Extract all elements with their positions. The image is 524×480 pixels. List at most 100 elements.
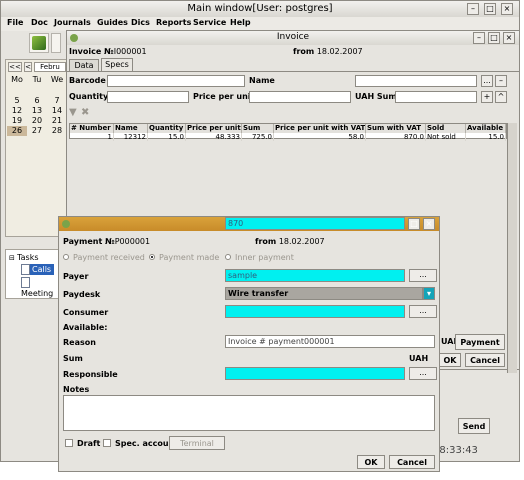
column-header[interactable]: Quantity	[148, 124, 186, 133]
calendar-day[interactable]: 6	[27, 96, 47, 106]
draft-checkbox[interactable]	[65, 439, 73, 447]
maximize-icon[interactable]: □	[488, 32, 500, 44]
column-header[interactable]: Price per unit	[186, 124, 242, 133]
main-menubar: File Doc Journals Guides Dics Reports Se…	[1, 17, 519, 31]
column-header[interactable]: Name	[114, 124, 148, 133]
barcode-input[interactable]	[107, 75, 245, 87]
calendar-day[interactable]: 7	[47, 96, 67, 106]
column-header[interactable]: Price per unit with VAT	[274, 124, 366, 133]
menu-file[interactable]: File	[7, 18, 23, 27]
tab-data[interactable]: Data	[69, 59, 99, 71]
specs-table: # Number Name Quantity Price per unit Su…	[69, 123, 507, 141]
calendar-day[interactable]: 19	[7, 116, 27, 126]
uah-sum-input[interactable]	[395, 91, 477, 103]
filter-icon[interactable]: ▼	[69, 107, 77, 118]
consumer-input[interactable]	[225, 305, 405, 318]
reason-input[interactable]: Invoice # payment000001	[225, 335, 435, 348]
consumer-lookup-button[interactable]: ...	[409, 305, 437, 318]
tree-item-calls[interactable]: Calls	[21, 264, 55, 275]
toolbar-books-button[interactable]	[29, 33, 49, 53]
name-input[interactable]	[355, 75, 477, 87]
close-icon[interactable]: ×	[501, 3, 513, 15]
terminal-button[interactable]: Terminal	[169, 436, 225, 450]
menu-help[interactable]: Help	[230, 18, 251, 27]
table-cell[interactable]: 15.0	[466, 133, 506, 141]
calendar-day[interactable]: 28	[47, 126, 67, 136]
invoice-scrollbar[interactable]	[507, 123, 517, 373]
name-clear-button[interactable]: –	[495, 75, 507, 87]
move-up-button[interactable]: ^	[495, 91, 507, 103]
payment-cancel-button[interactable]: Cancel	[389, 455, 435, 469]
invoice-ok-button[interactable]: OK	[439, 353, 461, 367]
payer-lookup-button[interactable]: ...	[409, 269, 437, 282]
table-cell[interactable]: 48.333	[186, 133, 242, 141]
calendar-day[interactable]: 21	[47, 116, 67, 126]
table-cell[interactable]: 12312	[114, 133, 148, 141]
radio-payment-received[interactable]: Payment received	[63, 253, 145, 262]
sum-input[interactable]: 870	[225, 217, 405, 230]
reason-label: Reason	[63, 338, 96, 347]
add-row-button[interactable]: +	[481, 91, 493, 103]
uah-sum-label: UAH Sum	[355, 92, 397, 101]
table-cell[interactable]: 15.0	[148, 133, 186, 141]
tree-item-meeting[interactable]: Meeting	[21, 277, 62, 298]
close-icon[interactable]: ×	[503, 32, 515, 44]
maximize-icon[interactable]: □	[484, 3, 496, 15]
column-header[interactable]: Sold	[426, 124, 466, 133]
menu-guides[interactable]: Guides	[97, 18, 128, 27]
menu-journals[interactable]: Journals	[54, 18, 91, 27]
menu-reports[interactable]: Reports	[156, 18, 191, 27]
column-header[interactable]: Sum	[242, 124, 274, 133]
calendar-day[interactable]: 5	[7, 96, 27, 106]
column-header[interactable]: Available	[466, 124, 506, 133]
radio-selected-icon	[149, 254, 155, 260]
notes-textarea[interactable]	[63, 395, 435, 431]
payment-button[interactable]: Payment	[455, 334, 505, 350]
menu-dics[interactable]: Dics	[131, 18, 150, 27]
calendar-day[interactable]: 13	[27, 106, 47, 116]
price-input[interactable]	[249, 91, 351, 103]
delete-icon[interactable]: ✖	[81, 107, 89, 118]
table-cell[interactable]: 725.0	[242, 133, 274, 141]
payer-input[interactable]: sample	[225, 269, 405, 282]
name-lookup-button[interactable]: ...	[481, 75, 493, 87]
calendar-prev-year-button[interactable]: <<	[8, 62, 22, 72]
menu-doc[interactable]: Doc	[31, 18, 48, 27]
tab-specs[interactable]: Specs	[101, 58, 133, 71]
minimize-icon[interactable]: –	[467, 3, 479, 15]
table-cell[interactable]: 58.0	[274, 133, 366, 141]
menu-service[interactable]: Service	[193, 18, 226, 27]
calendar-day[interactable]: 20	[27, 116, 47, 126]
calendar-day[interactable]: 12	[7, 106, 27, 116]
calendar-day[interactable]: 26	[7, 126, 27, 136]
calendar-day[interactable]: 27	[27, 126, 47, 136]
responsible-input[interactable]	[225, 367, 405, 380]
invoice-cancel-button[interactable]: Cancel	[465, 353, 505, 367]
payment-ok-button[interactable]: OK	[357, 455, 385, 469]
quantity-input[interactable]	[107, 91, 189, 103]
table-cell[interactable]: 1	[70, 133, 114, 141]
calendar-prev-month-button[interactable]: <	[24, 62, 32, 72]
radio-payment-made[interactable]: Payment made	[149, 253, 219, 262]
invoice-date: from 18.02.2007	[293, 47, 363, 56]
send-button[interactable]: Send	[458, 418, 490, 434]
toolbar-second-button[interactable]	[51, 33, 61, 53]
calendar-day[interactable]: 14	[47, 106, 67, 116]
table-cell[interactable]: Not sold	[426, 133, 466, 141]
calendar-month-label[interactable]: Febru	[34, 62, 66, 72]
main-titlebar[interactable]: Main window[User: postgres] – □ ×	[1, 1, 519, 17]
column-header[interactable]: Sum with VAT	[366, 124, 426, 133]
spec-account-checkbox[interactable]	[103, 439, 111, 447]
tree-root-tasks[interactable]: ⊟ Tasks	[9, 252, 39, 263]
minimize-icon[interactable]: –	[473, 32, 485, 44]
column-header[interactable]: # Number	[70, 124, 114, 133]
chevron-down-icon[interactable]: ▾	[423, 287, 435, 300]
notes-label: Notes	[63, 385, 90, 394]
close-icon[interactable]: ×	[423, 218, 435, 230]
paydesk-select[interactable]: Wire transfer	[225, 287, 423, 300]
radio-inner-payment[interactable]: Inner payment	[225, 253, 294, 262]
table-cell[interactable]: 870.0	[366, 133, 426, 141]
maximize-icon[interactable]: □	[408, 218, 420, 230]
responsible-lookup-button[interactable]: ...	[409, 367, 437, 380]
invoice-titlebar[interactable]: Invoice – □ ×	[67, 31, 519, 45]
